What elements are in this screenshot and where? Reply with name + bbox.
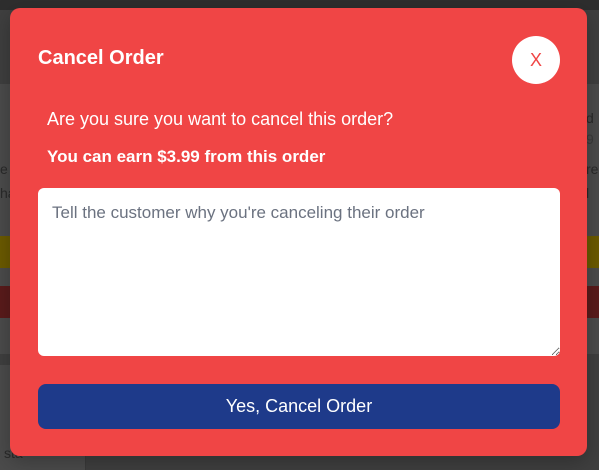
background-text: re: [586, 161, 599, 177]
background-text: d: [586, 110, 594, 126]
confirm-cancel-button[interactable]: Yes, Cancel Order: [38, 384, 560, 429]
confirmation-message: Are you sure you want to cancel this ord…: [47, 109, 394, 129]
background-text: e: [0, 161, 8, 177]
cancel-reason-input[interactable]: [38, 188, 560, 356]
close-button[interactable]: X: [512, 36, 560, 84]
modal-title: Cancel Order: [38, 47, 164, 69]
background-text: 9: [586, 131, 594, 147]
earnings-message: You can earn $3.99 from this order: [47, 147, 326, 166]
cancel-order-modal: Cancel Order X Are you sure you want to …: [10, 8, 587, 456]
